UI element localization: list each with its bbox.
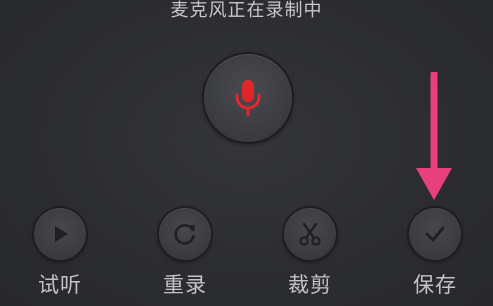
recording-status-text: 麦克风正在录制中 bbox=[170, 0, 323, 21]
trim-label: 裁剪 bbox=[288, 273, 332, 297]
rerecord-button[interactable] bbox=[159, 208, 211, 260]
scissors-icon bbox=[299, 222, 321, 246]
record-button[interactable] bbox=[204, 54, 292, 142]
play-icon bbox=[55, 226, 68, 242]
preview-label: 试听 bbox=[38, 273, 82, 297]
preview-button[interactable] bbox=[34, 208, 86, 260]
recorder-screen: 麦克风正在录制中 试听 重录 裁剪 保存 bbox=[0, 0, 493, 306]
refresh-icon bbox=[174, 224, 195, 245]
trim-button[interactable] bbox=[284, 208, 336, 260]
save-label: 保存 bbox=[413, 273, 457, 297]
check-icon bbox=[425, 226, 445, 242]
rerecord-label: 重录 bbox=[163, 273, 207, 297]
annotation-down-arrow-icon bbox=[416, 72, 452, 200]
save-button[interactable] bbox=[409, 208, 461, 260]
microphone-icon bbox=[235, 80, 261, 117]
